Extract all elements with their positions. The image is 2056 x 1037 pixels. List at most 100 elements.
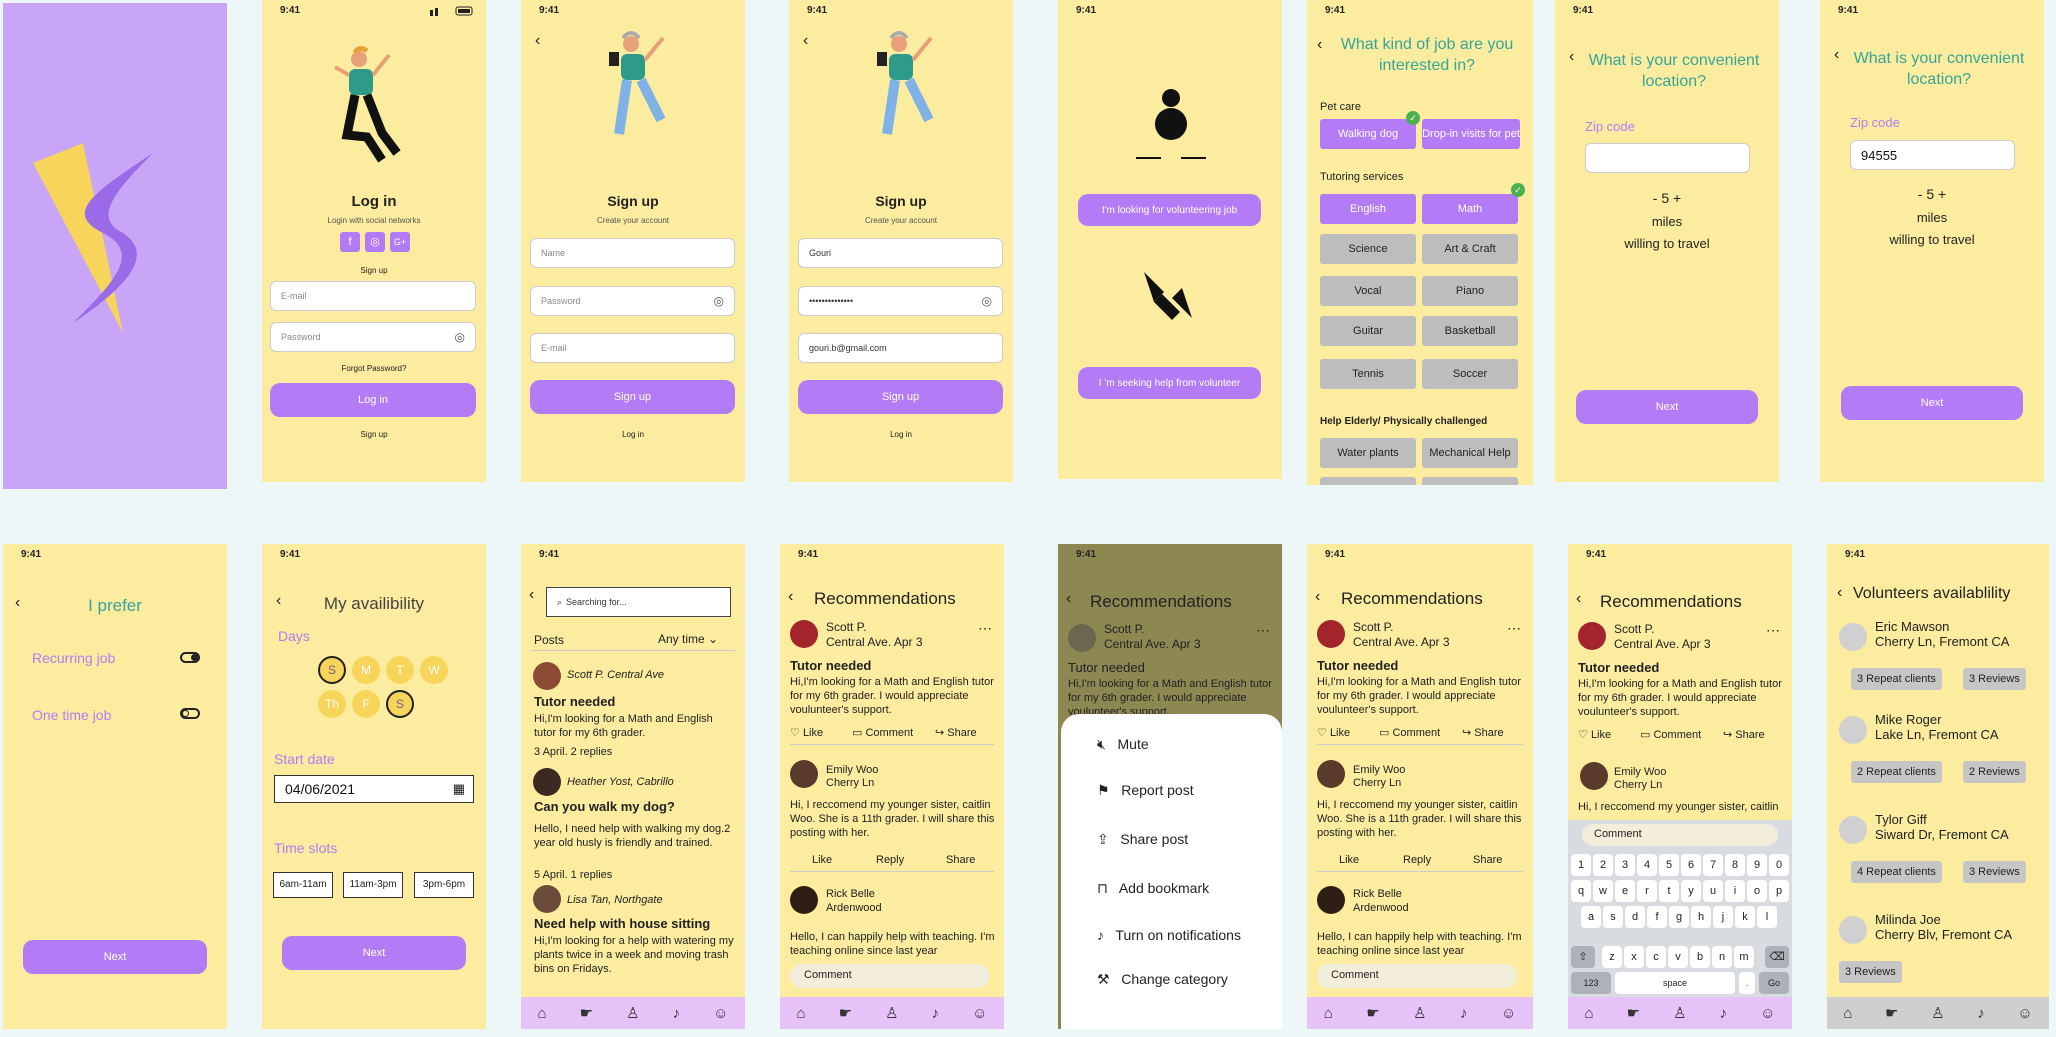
login-button[interactable]: Log in [270,383,476,417]
volunteer-job-button[interactable]: I'm looking for volunteering job [1078,194,1261,226]
key-m[interactable]: m [1734,946,1754,968]
tag-soccer[interactable]: Soccer [1422,359,1518,389]
reviews-badge[interactable]: 2 Reviews [1963,761,2026,783]
signup-link-bottom[interactable]: Sign up [262,430,486,439]
shift-key[interactable]: ⇧ [1571,946,1595,968]
signup-button[interactable]: Sign up [798,380,1003,414]
tag-walking-dog[interactable]: Walking dog [1320,119,1416,149]
key-x[interactable]: x [1624,946,1644,968]
numbers-key[interactable]: 123 [1571,972,1611,994]
more-options-icon[interactable]: ⋯ [1766,622,1780,639]
key-v[interactable]: v [1668,946,1688,968]
slot-midday[interactable]: 11am-3pm [343,872,403,898]
tag-english[interactable]: English [1320,194,1416,224]
reply-button[interactable]: Reply [876,854,904,866]
key-g[interactable]: g [1669,906,1689,928]
key-d[interactable]: d [1625,906,1645,928]
tag-piano[interactable]: Piano [1422,276,1518,306]
tag-science[interactable]: Science [1320,234,1416,264]
home-icon[interactable]: ⌂ [1843,1005,1852,1022]
key-j[interactable]: j [1713,906,1733,928]
comment-button[interactable]: ▭ Comment [1379,726,1440,739]
key-f[interactable]: f [1647,906,1667,928]
name-field[interactable]: Gouri [798,238,1003,268]
back-icon[interactable]: ‹ [788,588,793,606]
key-z[interactable]: z [1602,946,1622,968]
eye-off-icon[interactable]: ◎ [455,330,465,344]
volunteer-icon[interactable]: ♙ [885,1004,898,1022]
like-button[interactable]: Like [1339,854,1359,866]
key-r[interactable]: r [1637,880,1657,902]
tag-art-craft[interactable]: Art & Craft [1422,234,1518,264]
signup-link-top[interactable]: Sign up [262,266,486,275]
back-icon[interactable]: ‹ [1576,590,1581,608]
more-options-icon[interactable]: ⋯ [1507,620,1521,637]
like-button[interactable]: Like [812,854,832,866]
key-i[interactable]: i [1725,880,1745,902]
next-button[interactable]: Next [1576,390,1758,424]
key-7[interactable]: 7 [1703,854,1723,876]
helping-hand-icon[interactable]: ☛ [1885,1004,1898,1022]
tag-tennis[interactable]: Tennis [1320,359,1416,389]
tag-mechanical-help[interactable]: Mechanical Help [1422,438,1518,468]
menu-notifications[interactable]: ♪ Turn on notifications [1097,927,1241,943]
bell-icon[interactable]: ♪ [1720,1005,1728,1022]
key-2[interactable]: 2 [1593,854,1613,876]
post-title[interactable]: Tutor needed [534,694,615,709]
back-icon[interactable]: ‹ [1837,584,1842,602]
onetime-toggle[interactable] [180,708,200,719]
share-button[interactable]: ↪ Share [1462,726,1504,739]
reviews-badge[interactable]: 3 Reviews [1963,861,2026,883]
bell-icon[interactable]: ♪ [1977,1005,1985,1022]
space-key[interactable]: space [1615,972,1735,994]
like-button[interactable]: ♡ Like [1317,726,1350,739]
eye-off-icon[interactable]: ◎ [982,294,992,308]
signup-button[interactable]: Sign up [530,380,735,414]
eye-off-icon[interactable]: ◎ [714,294,724,308]
home-icon[interactable]: ⌂ [1585,1005,1594,1022]
key-w[interactable]: w [1593,880,1613,902]
back-icon[interactable]: ‹ [535,32,540,50]
profile-icon[interactable]: ☺ [2017,1005,2032,1022]
tag-math[interactable]: Math [1422,194,1518,224]
key-o[interactable]: o [1747,880,1767,902]
home-icon[interactable]: ⌂ [538,1005,547,1022]
volunteer-icon[interactable]: ♙ [1673,1004,1686,1022]
period-key[interactable]: . [1739,972,1755,994]
home-icon[interactable]: ⌂ [1324,1005,1333,1022]
key-4[interactable]: 4 [1637,854,1657,876]
profile-icon[interactable]: ☺ [713,1005,728,1022]
miles-stepper[interactable]: - 5 + [1555,190,1779,206]
key-u[interactable]: u [1703,880,1723,902]
key-9[interactable]: 9 [1747,854,1767,876]
login-link[interactable]: Log in [789,430,1013,439]
tag-basketball[interactable]: Basketball [1422,316,1518,346]
key-l[interactable]: l [1757,906,1777,928]
tag-guitar[interactable]: Guitar [1320,316,1416,346]
tag-drop-in-visits[interactable]: Drop-in visits for pet [1422,119,1520,149]
day-mon[interactable]: M [352,656,380,684]
helping-hand-icon[interactable]: ☛ [580,1004,593,1022]
like-button[interactable]: ♡ Like [1578,728,1611,741]
reply-button[interactable]: Reply [1403,854,1431,866]
profile-icon[interactable]: ☺ [1501,1005,1516,1022]
key-n[interactable]: n [1712,946,1732,968]
search-input[interactable]: ⌕ Searching for... [546,587,731,617]
profile-icon[interactable]: ☺ [972,1005,987,1022]
delete-key[interactable]: ⌫ [1765,946,1789,968]
zip-input[interactable]: 94555 [1850,140,2015,170]
calendar-icon[interactable]: ▦ [453,781,465,797]
next-button[interactable]: Next [23,940,207,974]
recurring-toggle[interactable] [180,652,200,663]
key-h[interactable]: h [1691,906,1711,928]
next-button[interactable]: Next [1841,386,2023,420]
volunteer-icon[interactable]: ♙ [626,1004,639,1022]
key-6[interactable]: 6 [1681,854,1701,876]
key-b[interactable]: b [1690,946,1710,968]
share-button[interactable]: ↪ Share [1723,728,1765,741]
tag-water-plants[interactable]: Water plants [1320,438,1416,468]
key-k[interactable]: k [1735,906,1755,928]
day-fri[interactable]: F [352,690,380,718]
key-p[interactable]: p [1769,880,1789,902]
menu-mute[interactable]: 🔇︎ Mute [1097,736,1149,753]
